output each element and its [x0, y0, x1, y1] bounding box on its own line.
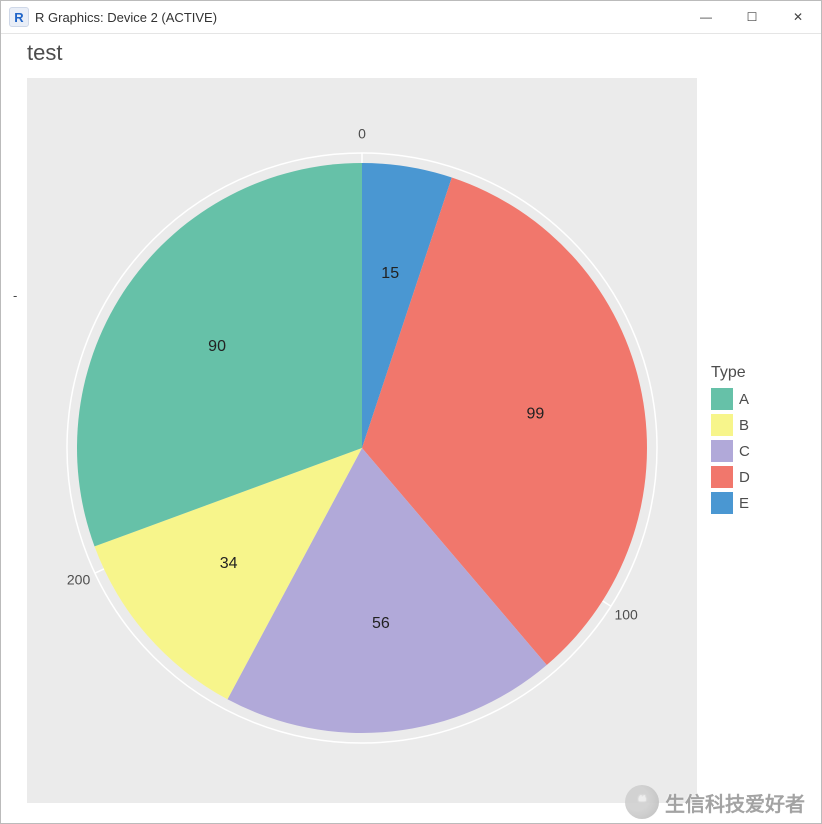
legend-label-E: E — [739, 495, 749, 512]
legend-label-A: A — [739, 391, 749, 408]
window-controls: — ☐ ✕ — [683, 1, 821, 33]
minimize-icon: — — [700, 10, 712, 24]
app-window: R R Graphics: Device 2 (ACTIVE) — ☐ ✕ te… — [0, 0, 822, 824]
window-title: R Graphics: Device 2 (ACTIVE) — [35, 10, 683, 25]
plot-area: test - 0 100 200 15 99 56 34 90 Type ABCDE ❝ 生信… — [1, 34, 821, 823]
polar-tick-label: 0 — [358, 126, 366, 142]
axis-tick-left: - — [13, 288, 17, 303]
maximize-button[interactable]: ☐ — [729, 1, 775, 33]
legend-swatch-A — [711, 388, 733, 410]
legend-swatch-C — [711, 440, 733, 462]
close-icon: ✕ — [793, 10, 803, 24]
chart-title: test — [27, 40, 62, 66]
titlebar: R R Graphics: Device 2 (ACTIVE) — ☐ ✕ — [1, 1, 821, 34]
r-app-icon: R — [9, 7, 29, 27]
legend-item-A: A — [711, 386, 750, 412]
watermark-text: 生信科技爱好者 — [665, 788, 805, 817]
pie-chart: 0 100 200 15 99 56 34 90 — [27, 78, 697, 803]
watermark-icon: ❝ — [625, 785, 659, 819]
legend-item-E: E — [711, 490, 750, 516]
maximize-icon: ☐ — [747, 10, 758, 24]
legend-item-D: D — [711, 464, 750, 490]
legend-item-C: C — [711, 438, 750, 464]
slice-label-B: 34 — [220, 555, 238, 572]
legend-swatch-B — [711, 414, 733, 436]
legend-label-C: C — [739, 443, 750, 460]
legend: Type ABCDE — [711, 364, 750, 516]
legend-item-B: B — [711, 412, 750, 438]
chart-panel: 0 100 200 15 99 56 34 90 — [27, 78, 697, 803]
legend-swatch-E — [711, 492, 733, 514]
polar-tick-label: 100 — [614, 607, 638, 623]
watermark: ❝ 生信科技爱好者 — [625, 785, 805, 819]
slice-label-E: 15 — [381, 265, 399, 282]
legend-swatch-D — [711, 466, 733, 488]
legend-title: Type — [711, 364, 750, 382]
close-button[interactable]: ✕ — [775, 1, 821, 33]
slice-label-C: 56 — [372, 615, 390, 632]
minimize-button[interactable]: — — [683, 1, 729, 33]
polar-tick-label: 200 — [67, 571, 91, 587]
slice-label-D: 99 — [527, 405, 545, 422]
legend-label-D: D — [739, 469, 750, 486]
slice-label-A: 90 — [208, 338, 226, 355]
legend-label-B: B — [739, 417, 749, 434]
